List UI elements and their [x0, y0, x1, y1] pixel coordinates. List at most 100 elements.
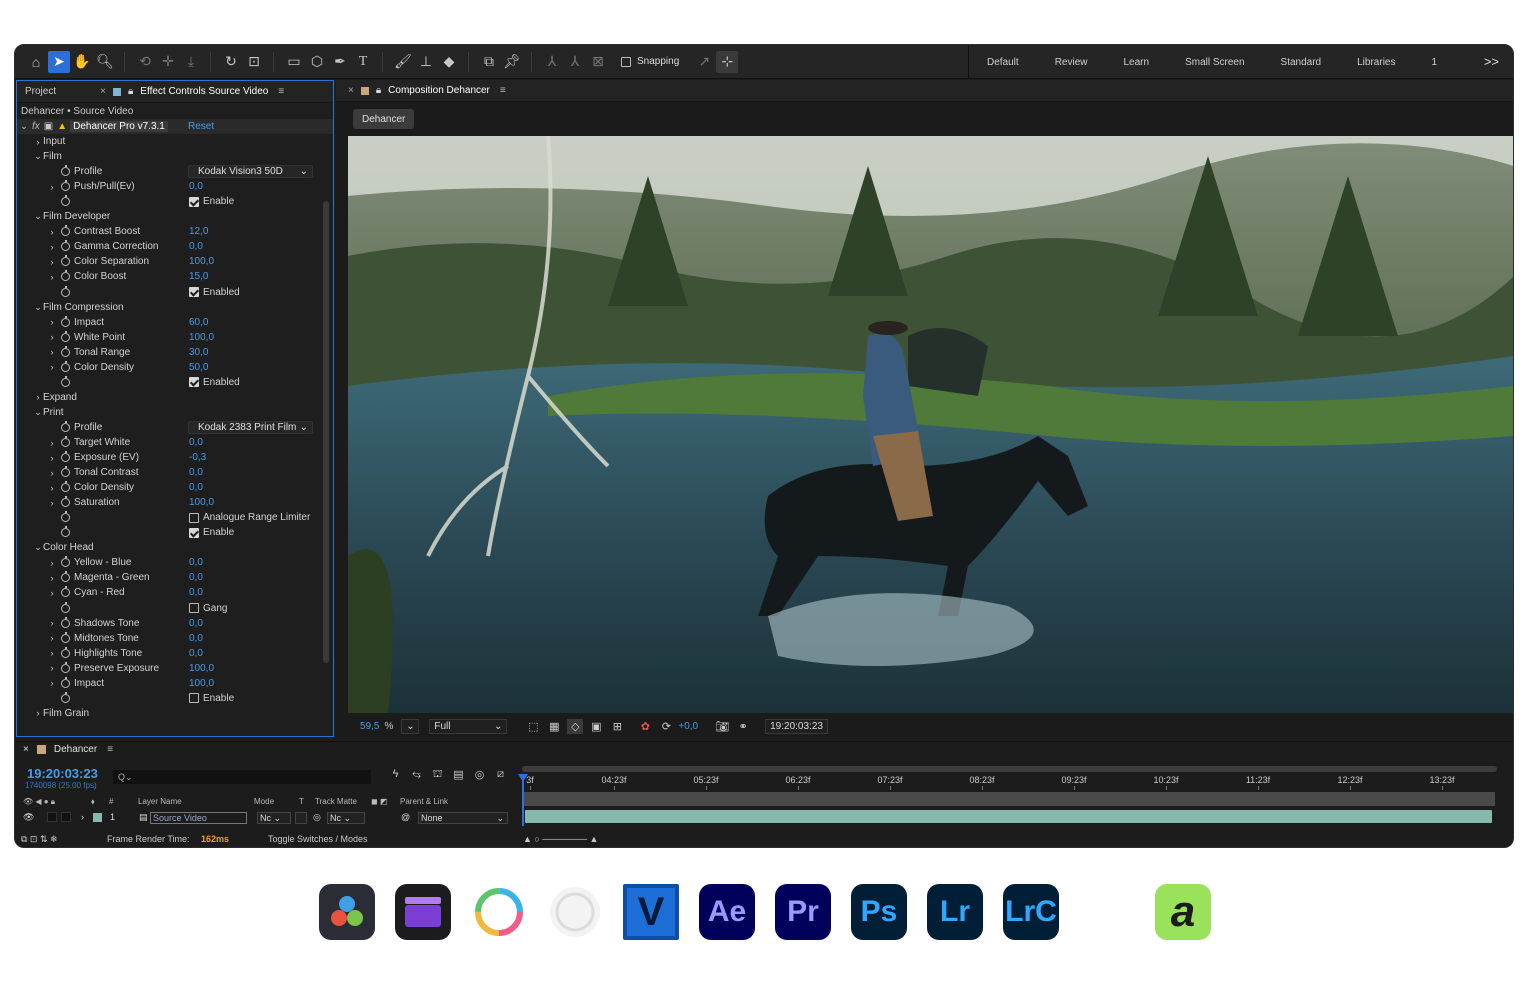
lock-icon[interactable]: 🔒︎ [376, 85, 381, 96]
clone-stamp-icon[interactable]: ⊥ [415, 51, 437, 73]
chevron-right-icon[interactable]: › [33, 137, 43, 147]
property-row[interactable]: › Impact 100,0 [17, 676, 333, 691]
snapping-checkbox[interactable] [621, 56, 631, 67]
current-time-indicator[interactable] [518, 774, 528, 826]
chevron-right-icon[interactable]: › [47, 182, 57, 192]
stopwatch-icon[interactable] [61, 165, 70, 177]
close-icon[interactable]: × [100, 86, 106, 97]
stopwatch-icon[interactable] [61, 195, 70, 207]
property-row[interactable]: › Color Density 0,0 [17, 480, 333, 495]
effect-header-row[interactable]: ⌄ fx ▣ ▲ Dehancer Pro v7.3.1 Reset [17, 119, 333, 135]
workspace-learn[interactable]: Learn [1105, 57, 1167, 68]
stopwatch-icon[interactable] [61, 616, 70, 628]
fx-icon[interactable]: fx [32, 121, 40, 132]
property-value[interactable]: 0,0 [189, 241, 203, 252]
region-of-interest-icon[interactable]: ⬚ [525, 719, 541, 734]
brush-tool-icon[interactable]: 🖌︎ [392, 51, 414, 73]
chevron-right-icon[interactable]: › [47, 347, 57, 357]
property-value[interactable]: 0,0 [189, 618, 203, 629]
stopwatch-icon[interactable] [61, 255, 70, 267]
property-group[interactable]: › Input [17, 134, 333, 149]
world-axis-icon[interactable]: ⅄ [564, 51, 586, 73]
chevron-right-icon[interactable]: › [47, 558, 57, 568]
property-row[interactable]: › Magenta - Green 0,0 [17, 570, 333, 585]
rotation-tool-icon[interactable]: ↻ [220, 51, 242, 73]
property-row[interactable]: › Tonal Contrast 0,0 [17, 465, 333, 480]
audio-switch[interactable] [47, 812, 57, 822]
checkbox-control[interactable]: Enabled [189, 287, 240, 298]
pick-whip-icon[interactable]: @ [401, 812, 410, 822]
workspace-small-screen[interactable]: Small Screen [1167, 57, 1262, 68]
chevron-right-icon[interactable]: › [81, 812, 84, 822]
track-matte-dropdown[interactable]: Nc ⌄ [327, 812, 365, 824]
footer-toggle-icons[interactable]: ⧉ ⊡ ⇅ ❄ [21, 834, 58, 845]
stopwatch-icon[interactable] [61, 330, 70, 342]
chevron-right-icon[interactable]: › [47, 678, 57, 688]
channel-icon[interactable]: ⊞ [609, 719, 625, 734]
chevron-right-icon[interactable]: › [47, 272, 57, 282]
mode-dropdown[interactable]: Nc ⌄ [257, 812, 291, 824]
guides-icon[interactable]: ▣ [588, 719, 604, 734]
property-value[interactable]: 0,0 [189, 572, 203, 583]
dolly-camera-icon[interactable]: ⤓ [180, 51, 202, 73]
property-value[interactable]: 100,0 [189, 678, 214, 689]
toggle-switches-modes[interactable]: Toggle Switches / Modes [268, 834, 368, 844]
profile-dropdown[interactable]: Kodak Vision3 50D ⌄ [188, 165, 313, 179]
checkbox-row[interactable]: Enable [17, 525, 333, 540]
eraser-tool-icon[interactable]: ◆ [438, 51, 460, 73]
view-axis-icon[interactable]: ⊠ [587, 51, 609, 73]
chevron-right-icon[interactable]: › [47, 438, 57, 448]
checkbox[interactable] [189, 196, 199, 207]
tab-timeline[interactable]: × Dehancer ≡ [23, 744, 113, 755]
profile-row[interactable]: Profile Kodak Vision3 50D ⌄ [17, 164, 333, 179]
eye-icon[interactable]: 👁︎ [23, 812, 34, 823]
workspace-review[interactable]: Review [1037, 57, 1106, 68]
property-value[interactable]: 15,0 [189, 271, 208, 282]
workspace-overflow-icon[interactable]: >> [1484, 54, 1499, 69]
checkbox[interactable] [189, 377, 199, 388]
property-row[interactable]: › Color Boost 15,0 [17, 269, 333, 284]
property-value[interactable]: 12,0 [189, 226, 208, 237]
stopwatch-icon[interactable] [61, 360, 70, 372]
chevron-right-icon[interactable]: › [47, 498, 57, 508]
roto-brush-icon[interactable]: ⧉ [478, 51, 500, 73]
checkbox-control[interactable]: Analogue Range Limiter [189, 512, 310, 523]
stopwatch-icon[interactable] [61, 285, 70, 297]
property-value[interactable]: 30,0 [189, 347, 208, 358]
chevron-right-icon[interactable]: › [33, 708, 43, 718]
property-row[interactable]: › Saturation 100,0 [17, 495, 333, 510]
property-group[interactable]: ⌄ Film Compression [17, 300, 333, 315]
stopwatch-icon[interactable] [61, 496, 70, 508]
label-color-swatch[interactable] [93, 813, 102, 822]
preserve-transparency[interactable] [295, 812, 307, 824]
property-group[interactable]: ⌄ Film [17, 149, 333, 164]
chevron-right-icon[interactable]: › [47, 317, 57, 327]
checkbox-row[interactable]: Enabled [17, 375, 333, 390]
zoom-dropdown-icon[interactable]: ⌄ [401, 718, 420, 734]
3d-shape-icon[interactable]: ⬡ [306, 51, 328, 73]
layer-row[interactable]: 👁︎ › 1 ▤ Source Video Nc ⌄ ◎ Nc ⌄ @ None… [21, 811, 517, 826]
pen-tool-icon[interactable]: ✒ [329, 51, 351, 73]
layer-name[interactable]: Source Video [150, 812, 247, 824]
property-group[interactable]: › Film Grain [17, 706, 333, 719]
column-layer-name[interactable]: Layer Name [138, 797, 182, 806]
property-row[interactable]: › Color Density 50,0 [17, 360, 333, 375]
panel-menu-icon[interactable]: ≡ [278, 86, 284, 97]
time-navigator[interactable] [522, 766, 1497, 772]
chevron-right-icon[interactable]: › [47, 633, 57, 643]
checkbox[interactable] [189, 693, 199, 704]
stopwatch-icon[interactable] [61, 601, 70, 613]
checkbox-control[interactable]: Enable [189, 196, 234, 207]
show-snapshot-icon[interactable]: ⚭ [735, 719, 751, 734]
shy-layers-icon[interactable]: ⛫ [427, 768, 448, 782]
chevron-right-icon[interactable]: › [47, 573, 57, 583]
pan-camera-icon[interactable]: ✛ [157, 51, 179, 73]
type-tool-icon[interactable]: T [352, 51, 374, 73]
home-icon[interactable]: ⌂ [25, 51, 47, 73]
local-axis-icon[interactable]: ⅄ [541, 51, 563, 73]
property-value[interactable]: 100,0 [189, 663, 214, 674]
effect-preset-icon[interactable]: ▣ [44, 121, 53, 132]
tab-composition[interactable]: × 🔒︎ Composition Dehancer ≡ [340, 85, 514, 96]
profile-dropdown[interactable]: Kodak 2383 Print Film ⌄ [188, 420, 313, 434]
property-row[interactable]: › Highlights Tone 0,0 [17, 646, 333, 661]
